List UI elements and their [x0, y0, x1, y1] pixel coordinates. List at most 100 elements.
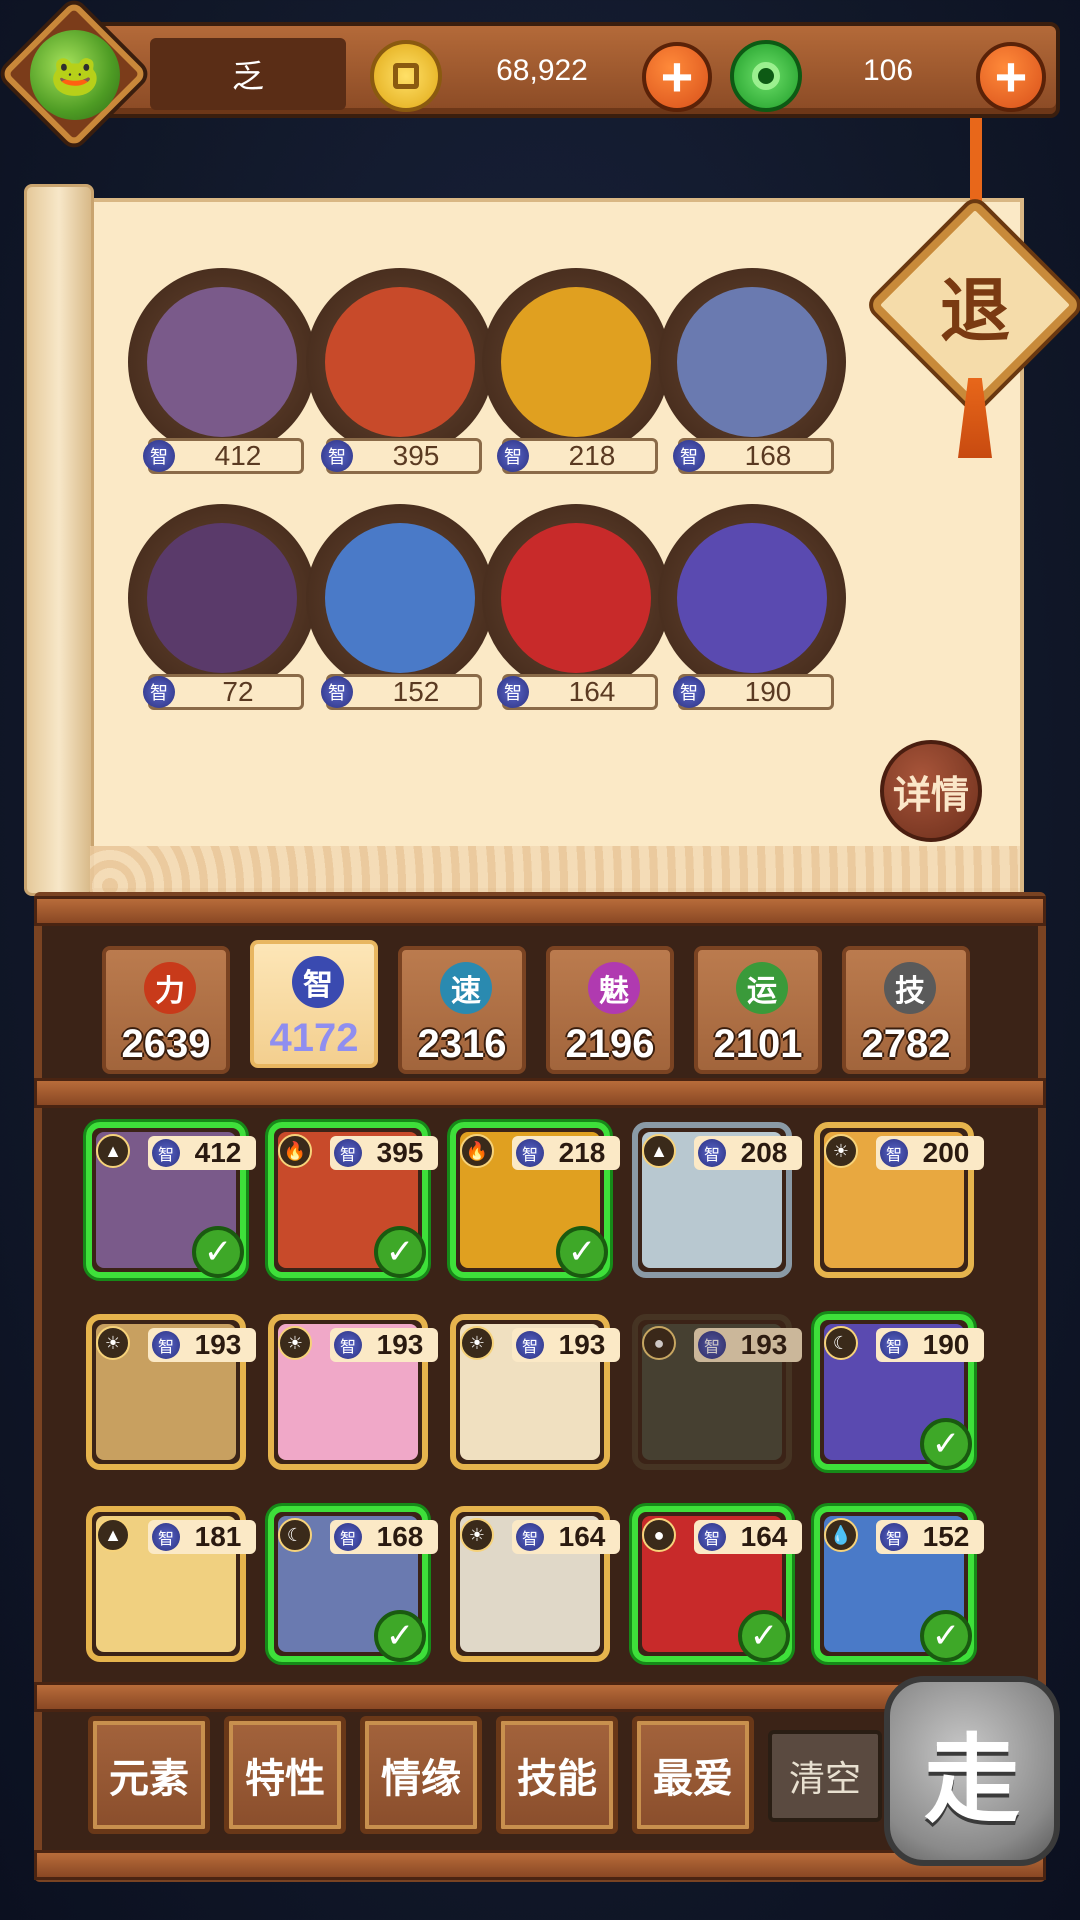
hero-portrait-frame: [482, 504, 670, 692]
hero-stat-value: 164: [568, 676, 616, 707]
detail-button[interactable]: 详情: [880, 740, 982, 842]
selected-check-icon: ✓: [920, 1610, 972, 1662]
hero-card-value: 193: [740, 1329, 788, 1360]
team-hero-slot[interactable]: 智 218: [476, 258, 676, 478]
shelf-beam-top: [34, 896, 1046, 926]
intellect-icon: 智: [880, 1331, 908, 1359]
hero-card[interactable]: 🔥 智 395 ✓: [268, 1122, 438, 1278]
attribute-tab[interactable]: 智 4172: [250, 940, 378, 1068]
hero-card-stat: 智 193: [694, 1328, 802, 1362]
hero-card[interactable]: ▲ 智 181: [86, 1506, 256, 1662]
element-icon: ●: [642, 1518, 676, 1552]
team-hero-slot[interactable]: 智 72: [122, 494, 322, 714]
intellect-icon: 智: [334, 1331, 362, 1359]
intellect-icon: 智: [880, 1523, 908, 1551]
avatar[interactable]: 🐸: [30, 30, 120, 120]
hero-card-value: 218: [558, 1137, 606, 1168]
intellect-icon: 智: [143, 440, 175, 472]
team-hero-slot[interactable]: 智 152: [300, 494, 500, 714]
intellect-icon: 智: [673, 440, 705, 472]
shelf-beam-middle: [34, 1078, 1046, 1108]
team-hero-slot[interactable]: 智 412: [122, 258, 322, 478]
retreat-label[interactable]: 退: [900, 230, 1050, 380]
hero-card-value: 395: [376, 1137, 424, 1168]
intellect-icon: 智: [880, 1139, 908, 1167]
hero-card[interactable]: ☾ 智 190 ✓: [814, 1314, 984, 1470]
attribute-total: 2316: [417, 1022, 507, 1066]
hero-card-value: 181: [194, 1521, 242, 1552]
attribute-tab[interactable]: 力 2639: [102, 946, 230, 1074]
filter-button[interactable]: 技能: [496, 1716, 618, 1834]
megaphone-hero-icon: [325, 287, 475, 437]
attribute-tab[interactable]: 技 2782: [842, 946, 970, 1074]
element-icon: ☀: [278, 1326, 312, 1360]
hero-card[interactable]: ☀ 智 193: [450, 1314, 620, 1470]
team-hero-slot[interactable]: 智 395: [300, 258, 500, 478]
fire-warrior-icon: [501, 287, 651, 437]
hero-card-value: 152: [922, 1521, 970, 1552]
element-icon: ☾: [278, 1518, 312, 1552]
hero-card-stat: 智 412: [148, 1136, 256, 1170]
hero-portrait-frame: [128, 504, 316, 692]
hero-card[interactable]: ● 智 193: [632, 1314, 802, 1470]
filter-button[interactable]: 特性: [224, 1716, 346, 1834]
hero-card[interactable]: ☀ 智 193: [86, 1314, 256, 1470]
shelf-beam-lower: [34, 1682, 934, 1712]
team-hero-slot[interactable]: 智 168: [652, 258, 852, 478]
intellect-icon: 智: [143, 676, 175, 708]
hero-card-value: 208: [740, 1137, 788, 1168]
element-icon: ▲: [96, 1518, 130, 1552]
element-icon: ☾: [824, 1326, 858, 1360]
hero-card[interactable]: ☀ 智 200: [814, 1122, 984, 1278]
add-gold-button[interactable]: +: [642, 42, 712, 112]
hero-card[interactable]: 💧 智 152 ✓: [814, 1506, 984, 1662]
hero-card-stat: 智 218: [512, 1136, 620, 1170]
filter-button[interactable]: 元素: [88, 1716, 210, 1834]
hero-stat-badge: 智 168: [673, 438, 834, 474]
fox-spirit-icon: [325, 523, 475, 673]
attribute-total: 2101: [713, 1022, 803, 1066]
gold-amount: 68,922: [496, 54, 588, 87]
intellect-icon: 智: [152, 1523, 180, 1551]
hero-card-value: 412: [194, 1137, 242, 1168]
clear-button[interactable]: 清空: [768, 1730, 882, 1822]
attribute-tab[interactable]: 魅 2196: [546, 946, 674, 1074]
hero-card[interactable]: ☾ 智 168 ✓: [268, 1506, 438, 1662]
hero-card-stat: 智 168: [330, 1520, 438, 1554]
hero-stat-value: 190: [744, 676, 792, 707]
hero-stat-value: 72: [222, 676, 254, 707]
hero-stat-value: 218: [568, 440, 616, 471]
go-button[interactable]: 走: [884, 1676, 1060, 1866]
robots-duo-icon: [147, 287, 297, 437]
filter-button[interactable]: 情缘: [360, 1716, 482, 1834]
hero-card[interactable]: ▲ 智 412 ✓: [86, 1122, 256, 1278]
team-hero-slot[interactable]: 智 190: [652, 494, 852, 714]
attribute-tab[interactable]: 运 2101: [694, 946, 822, 1074]
filter-button[interactable]: 最爱: [632, 1716, 754, 1834]
intellect-icon: 智: [321, 676, 353, 708]
hero-card[interactable]: ● 智 164 ✓: [632, 1506, 802, 1662]
attribute-tab[interactable]: 速 2316: [398, 946, 526, 1074]
attribute-icon: 力: [144, 962, 196, 1014]
hero-card[interactable]: ☀ 智 164: [450, 1506, 620, 1662]
scroll-pattern: [90, 846, 1020, 892]
add-jade-button[interactable]: +: [976, 42, 1046, 112]
intellect-icon: 智: [673, 676, 705, 708]
intellect-icon: 智: [698, 1523, 726, 1551]
hero-stat-badge: 智 152: [321, 674, 482, 710]
hero-card-stat: 智 181: [148, 1520, 256, 1554]
hero-card[interactable]: ▲ 智 208: [632, 1122, 802, 1278]
attribute-icon: 速: [440, 962, 492, 1014]
attribute-icon: 魅: [588, 962, 640, 1014]
top-bar: 🐸 乏 68,922 + 106 +: [0, 0, 1080, 148]
element-icon: ▲: [96, 1134, 130, 1168]
team-hero-slot[interactable]: 智 164: [476, 494, 676, 714]
player-name: 乏: [150, 38, 346, 110]
hero-card[interactable]: 🔥 智 218 ✓: [450, 1122, 620, 1278]
hero-card-value: 193: [558, 1329, 606, 1360]
hero-portrait-frame: [658, 504, 846, 692]
intellect-icon: 智: [497, 676, 529, 708]
attribute-total: 2782: [861, 1022, 951, 1066]
hero-card[interactable]: ☀ 智 193: [268, 1314, 438, 1470]
hero-card-stat: 智 193: [330, 1328, 438, 1362]
